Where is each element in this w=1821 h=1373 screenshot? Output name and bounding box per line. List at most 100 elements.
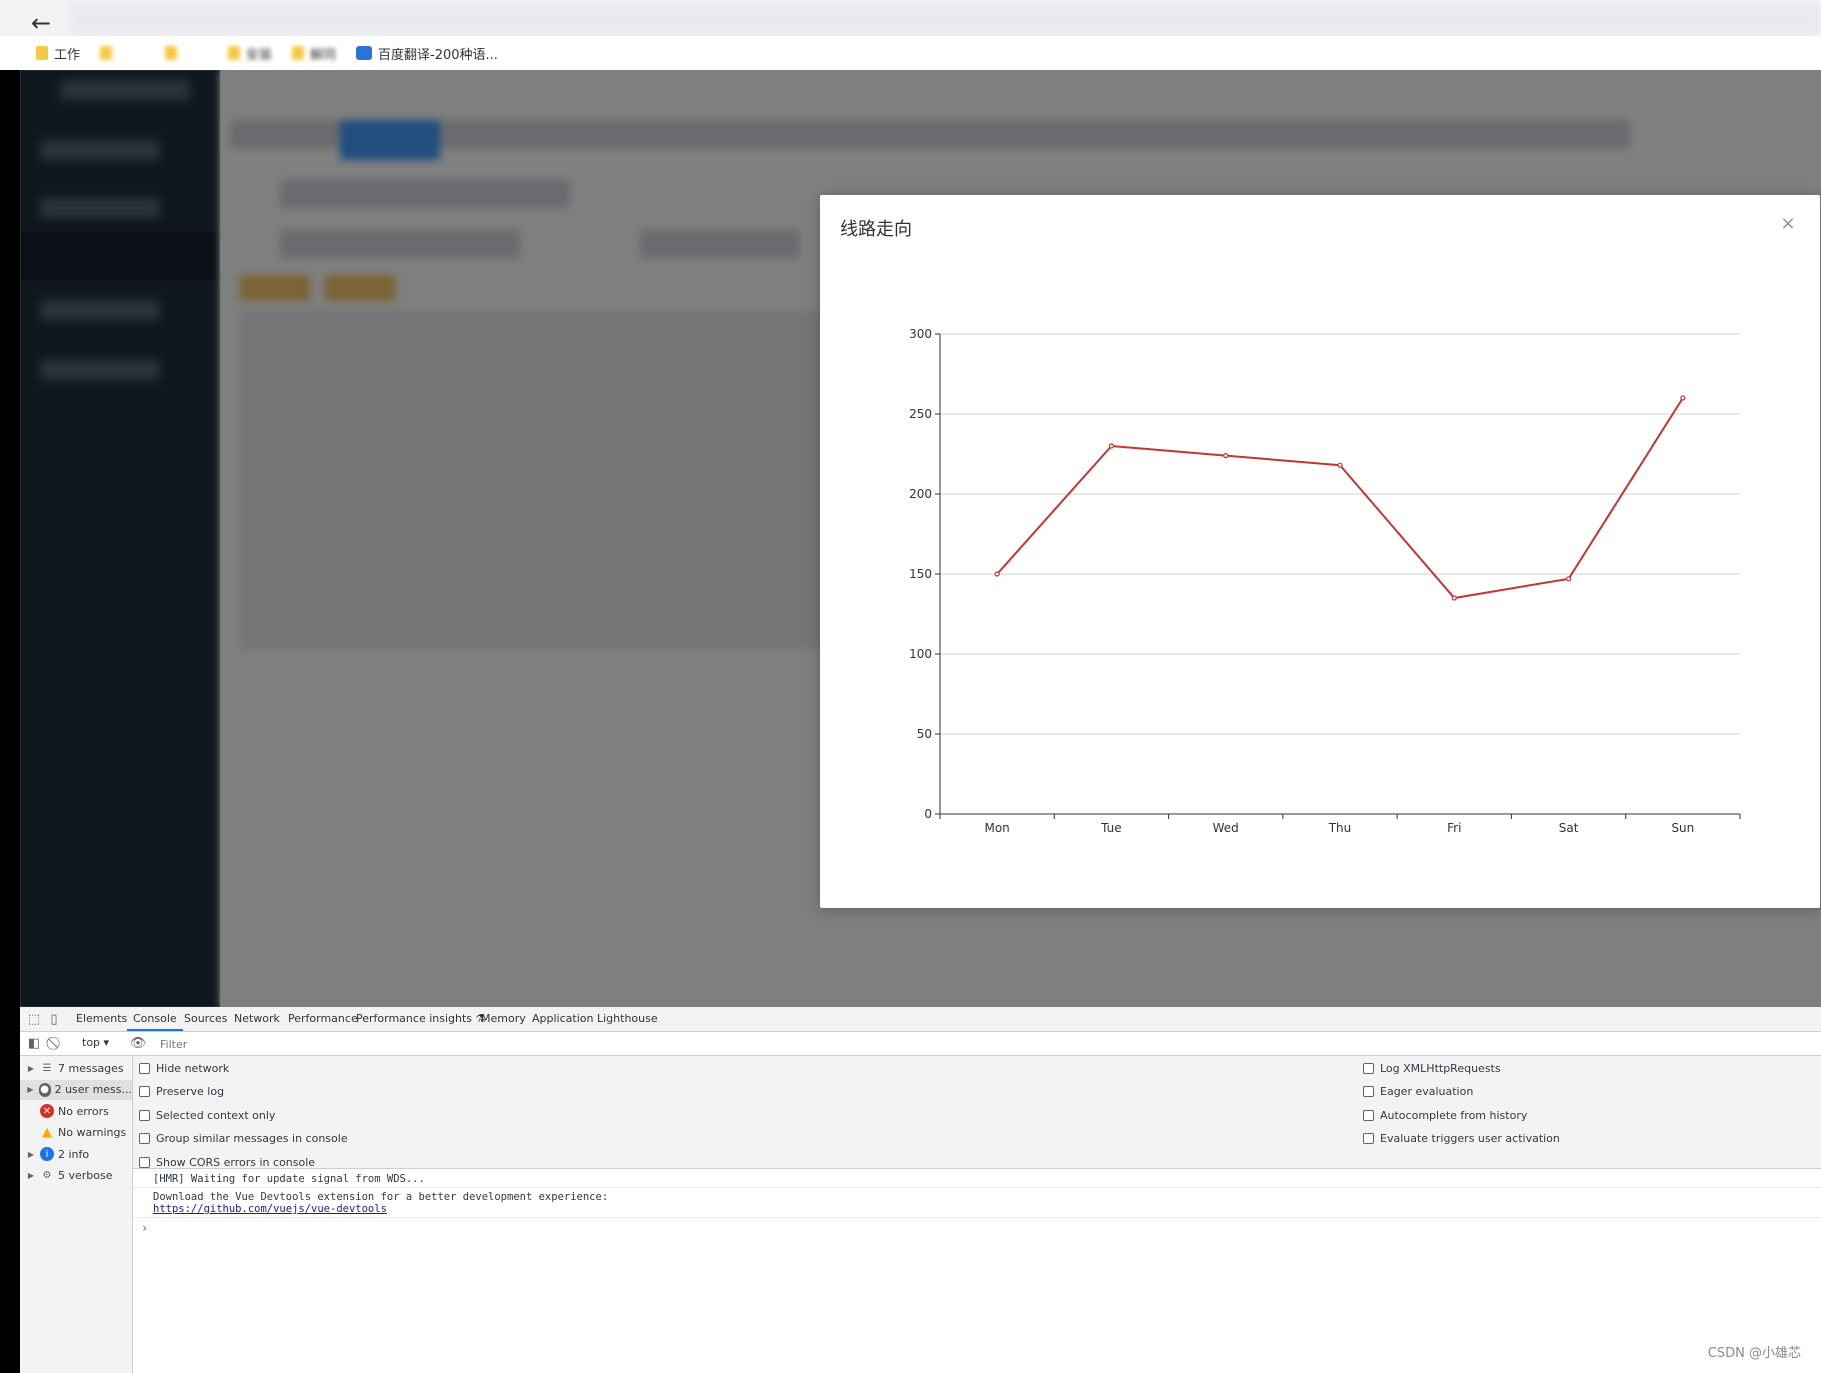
console-sidebar-label: No errors <box>58 1104 109 1118</box>
expand-triangle-icon[interactable]: ▶ <box>26 1171 36 1180</box>
setting-checkbox[interactable]: Evaluate triggers user activation <box>1363 1131 1560 1147</box>
data-point <box>1565 576 1572 582</box>
console-sidebar-item[interactable]: ▶ ⚙ 5 verbose <box>20 1166 132 1186</box>
console-sidebar-label: 7 messages <box>58 1061 124 1075</box>
watermark: CSDN @小雄芯 <box>1707 1346 1801 1361</box>
setting-checkbox[interactable]: Preserve log <box>139 1084 224 1100</box>
bookmark-install[interactable]: 安装 <box>228 43 272 63</box>
setting-checkbox[interactable]: Show CORS errors in console <box>139 1154 315 1170</box>
console-sidebar: ▶ ☰ 7 messages ▶ ● 2 user mess... ✕ No errors ▲ N… <box>20 1056 133 1373</box>
y-tick-label: 100 <box>909 647 932 661</box>
dialog-title: 线路走向 <box>840 219 912 240</box>
bookmark-blurred[interactable] <box>165 43 177 63</box>
inspect-element-icon[interactable]: ⬚ <box>26 1011 42 1027</box>
checkbox[interactable] <box>139 1109 150 1121</box>
console-message: Download the Vue Devtools extension for … <box>153 1191 609 1203</box>
setting-checkbox[interactable]: Hide network <box>139 1060 229 1076</box>
sidebar-toggle-icon[interactable]: ◧ <box>26 1035 42 1051</box>
console-sidebar-label: 2 user mess... <box>54 1083 132 1096</box>
tab-console[interactable]: Console <box>127 1007 183 1031</box>
verbose-icon: ⚙ <box>42 1170 52 1181</box>
app-window: 线路走向 × 0 50 100 150 200 250 300 Mon Tue Wed Thu Fri… <box>20 70 1821 1007</box>
console-sidebar-item[interactable]: ▶ i 2 info <box>20 1144 132 1164</box>
device-toolbar-icon[interactable]: ▯ <box>46 1011 62 1027</box>
setting-checkbox[interactable]: Eager evaluation <box>1363 1084 1473 1100</box>
checkbox[interactable] <box>1363 1109 1374 1121</box>
console-sidebar-item[interactable]: ▶ ● 2 user mess... <box>20 1079 132 1100</box>
expand-triangle-icon[interactable]: ▶ <box>26 1150 36 1159</box>
y-tick-label: 200 <box>909 487 932 501</box>
console-message-link-row: https://github.com/vuejs/vue-devtools <box>153 1203 387 1215</box>
x-tick-label: Tue <box>1100 821 1122 835</box>
expand-triangle-icon[interactable]: ▶ <box>26 1085 35 1094</box>
checkbox[interactable] <box>139 1133 150 1144</box>
setting-label: Show CORS errors in console <box>156 1155 316 1169</box>
tab-lighthouse[interactable]: Lighthouse <box>591 1007 664 1031</box>
tab-elements[interactable]: Elements <box>70 1007 133 1031</box>
user-icon: ● <box>38 1082 51 1097</box>
window-left-edge <box>0 70 20 1373</box>
tab-application[interactable]: Application <box>526 1007 599 1031</box>
context-select[interactable]: top ▾ <box>78 1035 113 1051</box>
data-point <box>1223 453 1229 459</box>
info-icon: i <box>40 1147 54 1161</box>
console-filter-input[interactable] <box>158 1035 562 1053</box>
setting-checkbox[interactable]: Group similar messages in console <box>139 1131 348 1147</box>
bookmark-baidu-translate[interactable]: 百度翻译-200种语... <box>356 43 498 63</box>
tab-network[interactable]: Network <box>228 1007 286 1031</box>
checkbox[interactable] <box>139 1086 150 1097</box>
warning-icon: ▲ <box>42 1125 52 1140</box>
setting-checkbox[interactable]: Selected context only <box>139 1107 275 1123</box>
chart-axes <box>935 333 1741 819</box>
console-sidebar-label: 5 verbose <box>58 1169 113 1182</box>
list-icon: ☰ <box>42 1062 52 1074</box>
close-icon[interactable]: × <box>1776 211 1800 235</box>
x-tick-label: Fri <box>1447 821 1461 835</box>
console-prompt-icon[interactable]: › <box>141 1221 148 1235</box>
setting-checkbox[interactable]: Log XMLHttpRequests <box>1363 1060 1501 1076</box>
console-sidebar-label: No warnings <box>58 1126 127 1139</box>
tab-performance[interactable]: Performance insights ⚗ <box>350 1007 491 1031</box>
error-icon: ✕ <box>40 1104 54 1118</box>
x-tick-label: Mon <box>984 821 1009 835</box>
expand-triangle-icon[interactable]: ▶ <box>26 1064 36 1073</box>
setting-label: Evaluate triggers user activation <box>1380 1132 1560 1145</box>
y-tick-label: 150 <box>909 567 932 581</box>
checkbox[interactable] <box>1363 1133 1374 1144</box>
chart-tick-labels: 0 50 100 150 200 250 300 Mon Tue Wed Thu Fri Sat Sun <box>909 327 1694 835</box>
setting-label: Group similar messages in console <box>156 1132 348 1145</box>
tab-memory[interactable]: Memory <box>475 1007 532 1031</box>
setting-label: Hide network <box>156 1061 230 1075</box>
checkbox[interactable] <box>139 1062 150 1074</box>
x-tick-label: Sun <box>1671 821 1694 835</box>
eye-icon[interactable]: 👁 <box>130 1035 147 1051</box>
checkbox[interactable] <box>1363 1086 1374 1097</box>
devtools-tabbar: ⬚ ▯ Elements Console Sources Network Perform… <box>20 1007 1821 1032</box>
console-sidebar-item[interactable]: ✕ No errors <box>20 1101 132 1121</box>
clear-console-icon[interactable]: ⃠ <box>48 1035 64 1051</box>
console-output: [HMR] Waiting for update signal from WDS… <box>133 1169 1821 1373</box>
bookmark-work[interactable]: 工作 <box>36 43 80 63</box>
bookmark-blurred[interactable] <box>100 43 112 63</box>
setting-label: Autocomplete from history <box>1380 1108 1528 1122</box>
checkbox[interactable] <box>1363 1062 1374 1074</box>
bookmark-solution[interactable]: 解同 <box>292 43 336 63</box>
route-dialog: 线路走向 × 0 50 100 150 200 250 300 Mon Tue Wed Thu Fri… <box>820 195 1820 908</box>
folder-icon <box>36 46 48 60</box>
data-point <box>1337 462 1343 468</box>
vue-devtools-link[interactable]: https://github.com/vuejs/vue-devtools <box>153 1203 387 1215</box>
data-point <box>1108 443 1115 449</box>
console-sidebar-item[interactable]: ▶ ☰ 7 messages <box>20 1058 132 1078</box>
setting-checkbox[interactable]: Autocomplete from history <box>1363 1107 1527 1123</box>
chart-series <box>994 395 1686 601</box>
back-arrow-icon[interactable]: ← <box>24 6 58 40</box>
tab-sources[interactable]: Sources <box>178 1007 234 1031</box>
checkbox[interactable] <box>139 1156 150 1168</box>
console-sidebar-item[interactable]: ▲ No warnings <box>20 1123 132 1143</box>
setting-label: Preserve log <box>156 1085 225 1098</box>
console-sidebar-label: 2 info <box>58 1147 90 1161</box>
x-tick-label: Sat <box>1559 821 1579 835</box>
folder-icon <box>165 46 177 60</box>
data-point <box>1680 395 1686 401</box>
x-tick-label: Wed <box>1213 821 1239 835</box>
